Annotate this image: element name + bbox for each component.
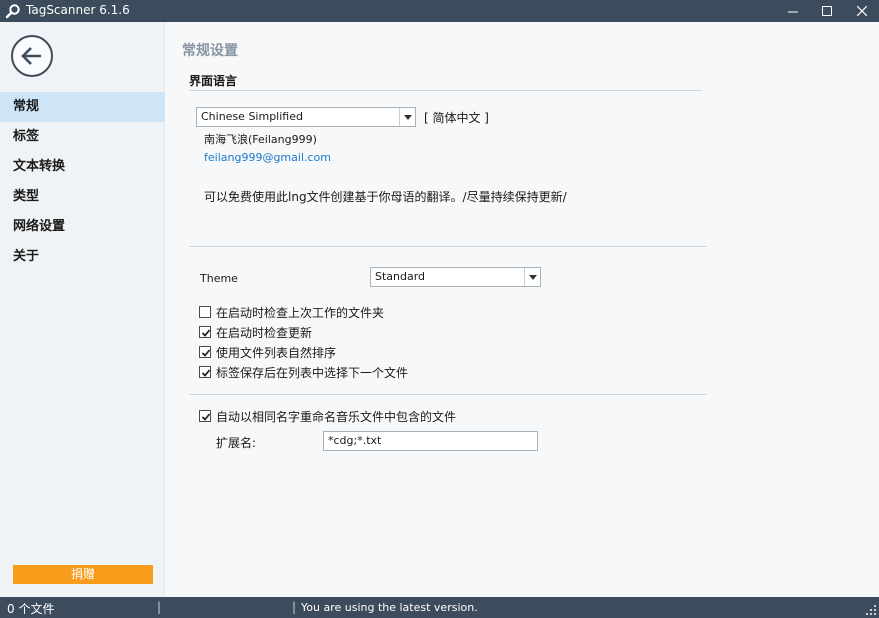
magnifier-icon <box>5 3 21 19</box>
theme-select[interactable]: Standard <box>370 267 541 287</box>
sidebar-item-tags[interactable]: 标签 <box>0 122 165 152</box>
checkmark-icon <box>201 369 211 377</box>
divider <box>189 394 707 395</box>
sidebar-item-label: 常规 <box>13 99 40 114</box>
page-title: 常规设置 <box>182 43 238 59</box>
translation-note: 可以免费使用此lng文件创建基于你母语的翻译。/尽量持续保持更新/ <box>204 190 567 204</box>
sidebar-item-label: 关于 <box>13 249 40 264</box>
checkbox[interactable] <box>199 306 211 318</box>
resize-grip-icon[interactable] <box>866 605 876 615</box>
sidebar-item-about[interactable]: 关于 <box>0 242 165 272</box>
checkmark-icon <box>201 329 211 337</box>
status-separator: | <box>292 600 297 614</box>
status-message: You are using the latest version. <box>301 601 478 614</box>
window-title: TagScanner 6.1.6 <box>26 3 130 17</box>
checkbox[interactable] <box>199 326 211 338</box>
option-label: 标签保存后在列表中选择下一个文件 <box>216 366 409 380</box>
title-bar: TagScanner 6.1.6 <box>0 0 879 22</box>
sidebar-item-label: 类型 <box>13 189 40 204</box>
close-button[interactable] <box>845 0 879 22</box>
option-label: 使用文件列表自然排序 <box>216 346 337 360</box>
chevron-down-icon[interactable] <box>399 108 415 126</box>
sidebar-item-text-conversion[interactable]: 文本转换 <box>0 152 165 182</box>
sidebar-item-types[interactable]: 类型 <box>0 182 165 212</box>
theme-label: Theme <box>200 272 238 285</box>
file-count: 0 个文件 <box>7 602 55 616</box>
sidebar-item-label: 网络设置 <box>13 219 66 234</box>
extensions-input[interactable]: *cdg;*.txt <box>323 431 538 451</box>
donate-button[interactable]: 捐赠 <box>13 565 153 584</box>
maximize-icon <box>822 6 832 16</box>
sidebar-item-network[interactable]: 网络设置 <box>0 212 165 242</box>
status-separator: | <box>157 600 162 614</box>
sidebar: 常规 标签 文本转换 类型 网络设置 关于 捐赠 <box>0 22 165 597</box>
translator-name: 南海飞浪(Feilang999) <box>204 133 317 146</box>
checkbox[interactable] <box>199 366 211 378</box>
divider <box>189 90 702 91</box>
status-bar: 0 个文件 | | You are using the latest versi… <box>0 597 879 618</box>
option-label: 自动以相同名字重命名音乐文件中包含的文件 <box>216 410 457 424</box>
divider <box>189 246 707 247</box>
section-title-language: 界面语言 <box>189 74 238 88</box>
minimize-icon <box>788 11 798 13</box>
sidebar-item-label: 文本转换 <box>13 159 66 174</box>
checkmark-icon <box>201 413 211 421</box>
language-select[interactable]: Chinese Simplified <box>196 107 416 127</box>
maximize-button[interactable] <box>810 0 844 22</box>
checkbox[interactable] <box>199 410 211 422</box>
option-label: 在启动时检查上次工作的文件夹 <box>216 306 385 320</box>
sidebar-item-general[interactable]: 常规 <box>0 92 165 122</box>
chevron-down-icon[interactable] <box>524 268 540 286</box>
arrow-left-icon <box>21 47 41 65</box>
sidebar-item-label: 标签 <box>13 129 40 144</box>
minimize-button[interactable] <box>776 0 810 22</box>
translator-email-link[interactable]: feilang999@gmail.com <box>204 151 331 164</box>
checkbox[interactable] <box>199 346 211 358</box>
back-button[interactable] <box>11 35 53 77</box>
extensions-label: 扩展名: <box>216 436 257 450</box>
checkmark-icon <box>201 349 211 357</box>
settings-panel: 常规设置 界面语言 Chinese Simplified [ 简体中文 ] 南海… <box>166 22 879 597</box>
theme-select-value: Standard <box>375 270 426 283</box>
option-label: 在启动时检查更新 <box>216 326 313 340</box>
language-native-name: [ 简体中文 ] <box>424 111 489 125</box>
close-icon <box>857 6 867 16</box>
language-select-value: Chinese Simplified <box>201 110 303 123</box>
